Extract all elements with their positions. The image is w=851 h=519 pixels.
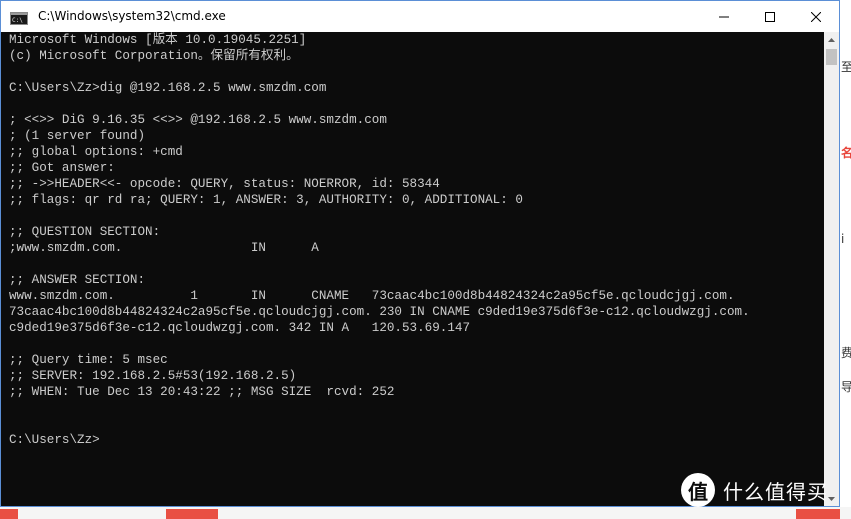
maximize-icon	[765, 11, 775, 22]
minimize-icon	[719, 16, 729, 17]
console-line: C:\Users\Zz>	[9, 433, 100, 447]
close-button[interactable]	[793, 1, 839, 32]
console-output[interactable]: Microsoft Windows [版本 10.0.19045.2251] (c…	[1, 32, 824, 506]
close-icon	[811, 11, 821, 22]
console-line: ; (1 server found)	[9, 129, 146, 143]
vertical-scrollbar[interactable]	[824, 32, 839, 506]
background-text-fragment: i	[841, 232, 845, 246]
maximize-button[interactable]	[747, 1, 793, 32]
watermark: 值 什么值得买	[681, 472, 828, 508]
watermark-logo-text: 值	[688, 479, 708, 504]
console-line: ;; Query time: 5 msec	[9, 353, 168, 367]
watermark-logo: 值	[681, 473, 715, 507]
screen: 至 名 i 费 导 C:\ C:\Windows\system32\cmd.ex…	[0, 0, 851, 519]
console-line: ;; SERVER: 192.168.2.5#53(192.168.2.5)	[9, 369, 297, 383]
minimize-button[interactable]	[701, 1, 747, 32]
background-red-tag	[0, 509, 18, 519]
console-line: ;www.smzdm.com. IN A	[9, 241, 319, 255]
chevron-down-icon	[828, 496, 835, 501]
background-page-bottom	[0, 507, 851, 519]
background-text-fragment: 费	[841, 346, 851, 360]
title-bar[interactable]: C:\ C:\Windows\system32\cmd.exe	[1, 1, 839, 32]
background-text-fragment: 至	[841, 60, 851, 74]
background-text-fragment: 导	[841, 380, 851, 394]
console-line: ;; Got answer:	[9, 161, 115, 175]
console-line: ;; WHEN: Tue Dec 13 20:43:22 ;; MSG SIZE…	[9, 385, 395, 399]
console-line: www.smzdm.com. 1 IN CNAME 73caac4bc100d8…	[9, 289, 735, 303]
chevron-up-icon	[828, 37, 835, 42]
console-line: ;; global options: +cmd	[9, 145, 183, 159]
console-line: ;; ->>HEADER<<- opcode: QUERY, status: N…	[9, 177, 440, 191]
console-line: c9ded19e375d6f3e-c12.qcloudwzgj.com. 342…	[9, 321, 471, 335]
background-text-fragment: 名	[841, 146, 851, 160]
console-line: ;; ANSWER SECTION:	[9, 273, 146, 287]
console-line: ;; QUESTION SECTION:	[9, 225, 161, 239]
svg-text:C:\: C:\	[12, 17, 23, 24]
console-line: 73caac4bc100d8b44824324c2a95cf5e.qcloudc…	[9, 305, 750, 319]
scroll-thumb[interactable]	[826, 49, 837, 65]
background-red-tag	[796, 509, 840, 519]
console-text[interactable]: Microsoft Windows [版本 10.0.19045.2251] (c…	[1, 32, 824, 448]
background-red-tag	[166, 509, 218, 519]
console-line: ; <<>> DiG 9.16.35 <<>> @192.168.2.5 www…	[9, 113, 387, 127]
console-line: Microsoft Windows [版本 10.0.19045.2251]	[9, 33, 307, 47]
console-line: C:\Users\Zz>dig @192.168.2.5 www.smzdm.c…	[9, 81, 327, 95]
console-line: ;; flags: qr rd ra; QUERY: 1, ANSWER: 3,…	[9, 193, 523, 207]
window-title: C:\Windows\system32\cmd.exe	[38, 9, 226, 23]
console-line: (c) Microsoft Corporation。保留所有权利。	[9, 49, 299, 63]
watermark-text: 什么值得买	[723, 479, 828, 504]
scroll-up-arrow[interactable]	[824, 32, 839, 47]
cmd-window[interactable]: C:\ C:\Windows\system32\cmd.exe Microsof…	[0, 0, 840, 507]
cmd-icon: C:\	[10, 10, 28, 25]
background-page-right	[840, 0, 851, 519]
